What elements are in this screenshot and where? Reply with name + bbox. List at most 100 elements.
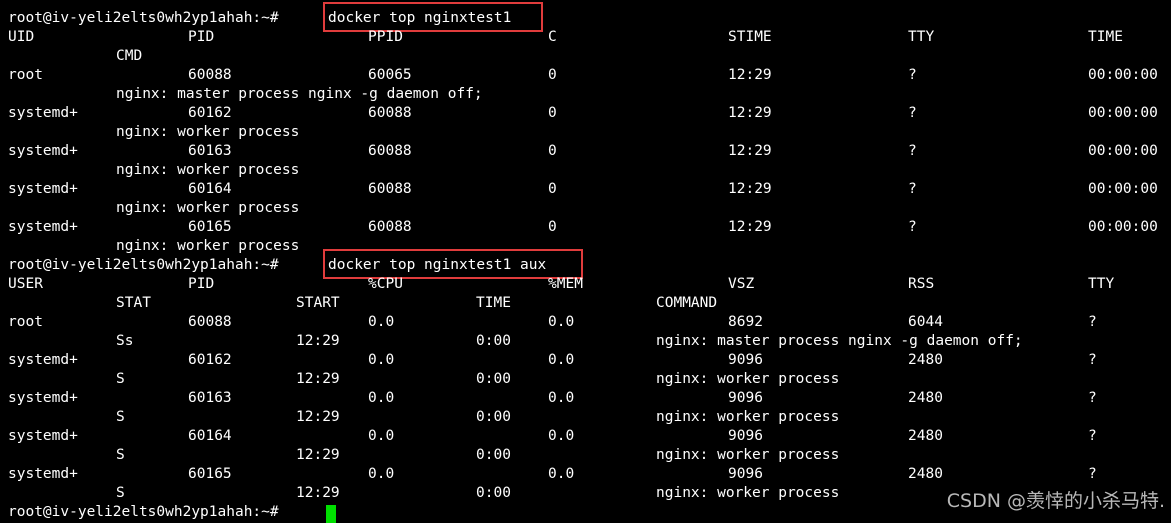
column-header: VSZ bbox=[728, 276, 755, 292]
process-tty: ? bbox=[908, 105, 917, 121]
column-header: PPID bbox=[368, 29, 403, 45]
process-time: 0:00 bbox=[476, 333, 511, 349]
aux-header-line-2: STAT START TIME COMMAND bbox=[0, 294, 1171, 313]
process-tty: ? bbox=[908, 181, 917, 197]
process-pid: 60164 bbox=[188, 181, 232, 197]
process-row: root 60088 60065 0 12:29? 00:00:00 bbox=[0, 66, 1171, 85]
column-header: STAT bbox=[116, 295, 151, 311]
process-start: 12:29 bbox=[296, 333, 340, 349]
process-uid: systemd+ bbox=[8, 105, 78, 121]
process-time: 00:00:00 bbox=[1088, 181, 1158, 197]
process-c: 0 bbox=[548, 67, 557, 83]
process-stime: 12:29 bbox=[728, 181, 772, 197]
process-pid: 60088 bbox=[188, 314, 232, 330]
process-stime: 12:29 bbox=[728, 219, 772, 235]
process-start: 12:29 bbox=[296, 409, 340, 425]
process-cmd-row: nginx: worker process bbox=[0, 199, 1171, 218]
process-c: 0 bbox=[548, 105, 557, 121]
process-pid: 60163 bbox=[188, 143, 232, 159]
column-header: %CPU bbox=[368, 276, 403, 292]
process-rss: 2480 bbox=[908, 428, 943, 444]
process-cpu: 0.0 bbox=[368, 466, 395, 482]
process-vsz: 8692 bbox=[728, 314, 763, 330]
process-command: nginx: worker process bbox=[656, 447, 840, 463]
column-header: USER bbox=[8, 276, 43, 292]
process-start: 12:29 bbox=[296, 485, 340, 501]
process-user: systemd+ bbox=[8, 390, 78, 406]
process-pid: 60162 bbox=[188, 352, 232, 368]
process-start: 12:29 bbox=[296, 447, 340, 463]
process-cmd-row: nginx: worker process bbox=[0, 123, 1171, 142]
process-stat: S bbox=[116, 371, 125, 387]
process-pid: 60163 bbox=[188, 390, 232, 406]
prompt-line: root@iv-yeli2elts0wh2yp1ahah:~# docker to… bbox=[0, 9, 1171, 28]
process-mem: 0.0 bbox=[548, 352, 575, 368]
process-tty: ? bbox=[1088, 352, 1097, 368]
process-tty: ? bbox=[908, 219, 917, 235]
top-header-cmd-line: CMD bbox=[0, 47, 1171, 66]
process-command: nginx: master process nginx -g daemon of… bbox=[656, 333, 1023, 349]
process-cmd: nginx: worker process bbox=[116, 200, 300, 216]
process-pid: 60088 bbox=[188, 67, 232, 83]
process-ppid: 60065 bbox=[368, 67, 412, 83]
process-cmd-row: nginx: master process nginx -g daemon of… bbox=[0, 85, 1171, 104]
process-c: 0 bbox=[548, 219, 557, 235]
process-pid: 60165 bbox=[188, 466, 232, 482]
aux-process-row-2: Ss 12:29 0:00 nginx: master process nginx -… bbox=[0, 332, 1171, 351]
process-tty: ? bbox=[908, 143, 917, 159]
process-user: systemd+ bbox=[8, 352, 78, 368]
process-time: 0:00 bbox=[476, 447, 511, 463]
process-user: systemd+ bbox=[8, 466, 78, 482]
process-uid: systemd+ bbox=[8, 219, 78, 235]
process-ppid: 60088 bbox=[368, 143, 412, 159]
column-header: COMMAND bbox=[656, 295, 718, 311]
process-ppid: 60088 bbox=[368, 181, 412, 197]
shell-prompt: root@iv-yeli2elts0wh2yp1ahah:~# bbox=[8, 10, 279, 26]
process-tty: ? bbox=[908, 67, 917, 83]
column-header: STIME bbox=[728, 29, 772, 45]
process-c: 0 bbox=[548, 143, 557, 159]
terminal-window[interactable]: root@iv-yeli2elts0wh2yp1ahah:~# docker to… bbox=[0, 0, 1171, 523]
process-stime: 12:29 bbox=[728, 67, 772, 83]
column-header: TIME bbox=[1088, 29, 1123, 45]
csdn-watermark: CSDN @羡悻的小杀马特. bbox=[946, 490, 1165, 512]
process-rss: 6044 bbox=[908, 314, 943, 330]
process-user: root bbox=[8, 314, 43, 330]
process-mem: 0.0 bbox=[548, 466, 575, 482]
column-header: START bbox=[296, 295, 340, 311]
process-tty: ? bbox=[1088, 390, 1097, 406]
process-stat: S bbox=[116, 447, 125, 463]
process-uid: root bbox=[8, 67, 43, 83]
column-header: CMD bbox=[116, 48, 143, 64]
process-rss: 2480 bbox=[908, 390, 943, 406]
process-time: 0:00 bbox=[476, 409, 511, 425]
column-header: UID bbox=[8, 29, 35, 45]
process-command: nginx: worker process bbox=[656, 409, 840, 425]
shell-prompt: root@iv-yeli2elts0wh2yp1ahah:~# bbox=[8, 257, 279, 273]
process-stime: 12:29 bbox=[728, 143, 772, 159]
process-mem: 0.0 bbox=[548, 314, 575, 330]
terminal-cursor bbox=[326, 505, 336, 523]
process-user: systemd+ bbox=[8, 428, 78, 444]
process-cpu: 0.0 bbox=[368, 390, 395, 406]
process-vsz: 9096 bbox=[728, 466, 763, 482]
process-uid: systemd+ bbox=[8, 181, 78, 197]
aux-process-row: systemd+ 60163 0.0 0.0 9096 2480? bbox=[0, 389, 1171, 408]
column-header: TTY bbox=[1088, 276, 1115, 292]
process-tty: ? bbox=[1088, 466, 1097, 482]
aux-process-row-2: S 12:29 0:00 nginx: worker process bbox=[0, 370, 1171, 389]
process-cmd: nginx: worker process bbox=[116, 238, 300, 254]
process-pid: 60162 bbox=[188, 105, 232, 121]
process-time: 00:00:00 bbox=[1088, 67, 1158, 83]
process-cmd: nginx: worker process bbox=[116, 124, 300, 140]
process-row: systemd+ 60164 60088 0 12:29? 00:00:00 bbox=[0, 180, 1171, 199]
column-header: PID bbox=[188, 276, 215, 292]
process-stat: S bbox=[116, 485, 125, 501]
aux-process-row: systemd+ 60162 0.0 0.0 9096 2480? bbox=[0, 351, 1171, 370]
process-mem: 0.0 bbox=[548, 390, 575, 406]
process-cpu: 0.0 bbox=[368, 428, 395, 444]
process-mem: 0.0 bbox=[548, 428, 575, 444]
aux-header-line: USER PID %CPU %MEM VSZ RSS TTY bbox=[0, 275, 1171, 294]
column-header: TIME bbox=[476, 295, 511, 311]
top-header-line: UID PID PPID C STIME TTY TIME bbox=[0, 28, 1171, 47]
